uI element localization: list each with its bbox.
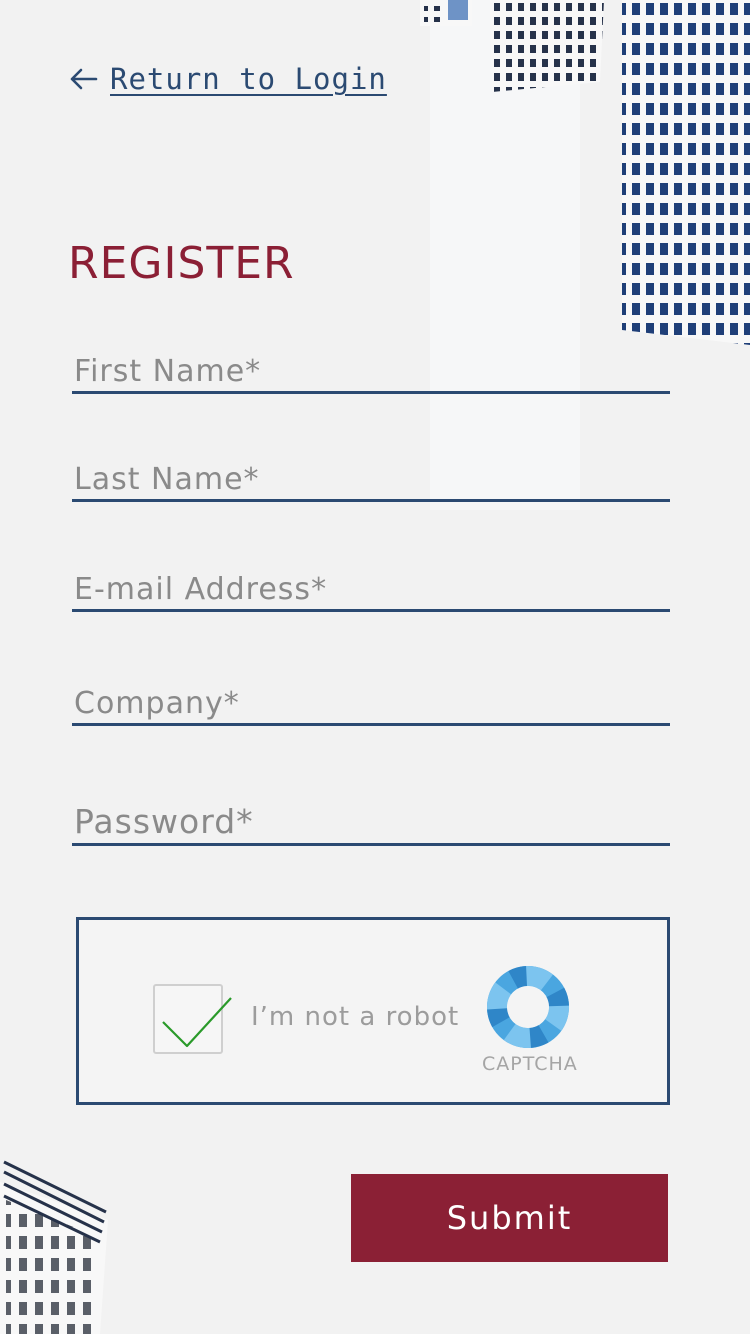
captcha-widget: I’m not a robot CAPTCHA [76,917,670,1105]
checkmark-icon [162,997,232,1048]
captcha-brand-label: CAPTCHA [482,1053,578,1075]
arrow-left-icon [70,68,98,90]
company-field [72,686,670,726]
captcha-checkbox[interactable] [153,984,232,1054]
last-name-input[interactable] [72,462,670,499]
password-input[interactable] [72,802,670,843]
page-title: REGISTER [68,238,295,289]
captcha-logo-icon [487,966,569,1048]
first-name-field [72,354,670,394]
email-field [72,572,670,612]
captcha-label: I’m not a robot [251,1002,460,1032]
submit-button[interactable]: Submit [351,1174,668,1262]
return-to-login-link[interactable]: Return to Login [68,62,387,96]
first-name-input[interactable] [72,354,670,391]
last-name-field [72,462,670,502]
email-input[interactable] [72,572,670,609]
company-input[interactable] [72,686,670,723]
password-field [72,802,670,846]
return-to-login-label: Return to Login [110,62,387,96]
background-buildings-illustration [0,0,750,1334]
